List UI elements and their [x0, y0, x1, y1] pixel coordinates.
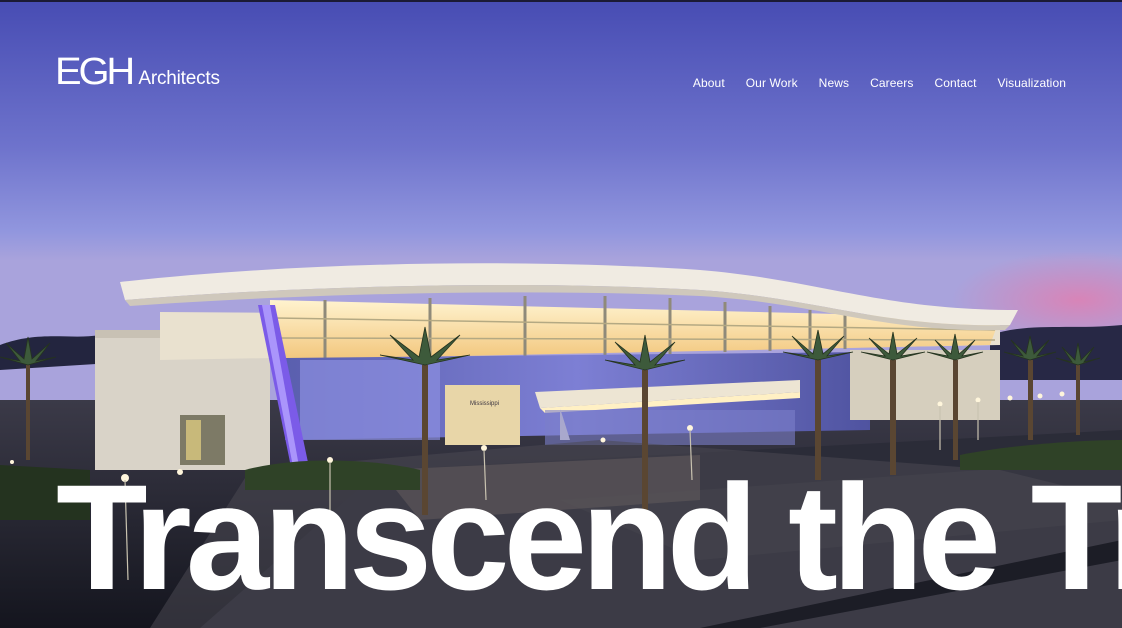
svg-text:Mississippi: Mississippi — [470, 401, 499, 407]
top-border — [0, 0, 1122, 2]
nav-item-about[interactable]: About — [693, 76, 725, 91]
nav-item-careers[interactable]: Careers — [870, 76, 913, 91]
hero-headline: Transcend the Tr — [56, 453, 1122, 621]
nav-item-visualization[interactable]: Visualization — [998, 76, 1066, 91]
nav-item-our-work[interactable]: Our Work — [746, 76, 798, 91]
logo-wordmark: Architects — [138, 68, 220, 89]
nav-item-news[interactable]: News — [819, 76, 849, 91]
main-nav: About Our Work News Careers Contact Visu… — [693, 76, 1066, 91]
hero-section: Mississippi EGH Architects About Our Wor… — [0, 0, 1122, 628]
site-logo[interactable]: EGH Architects — [55, 51, 220, 93]
nav-item-contact[interactable]: Contact — [934, 76, 976, 91]
logo-mark: EGH — [55, 51, 135, 93]
